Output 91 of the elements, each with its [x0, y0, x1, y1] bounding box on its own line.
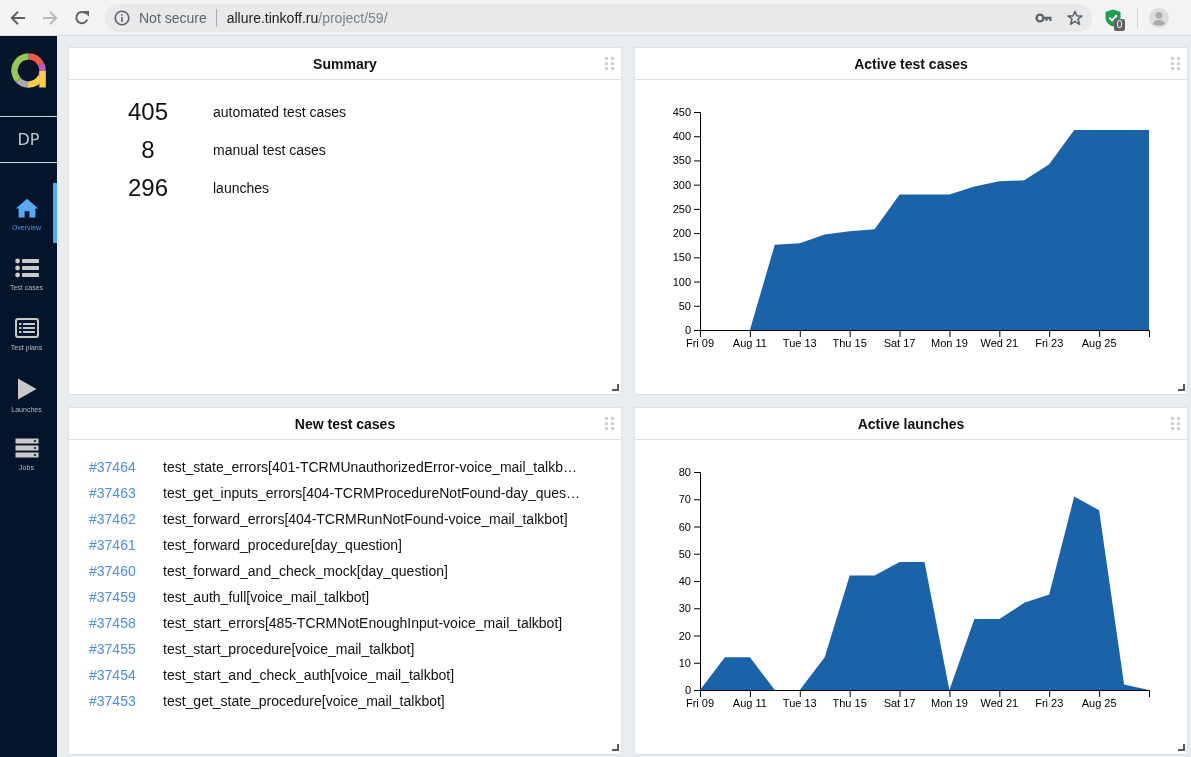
- stat-label: automated test cases: [213, 104, 347, 120]
- widget-title: New test cases: [294, 415, 396, 432]
- tick-label: 250: [672, 202, 691, 215]
- test-case-name: test_start_errors[485-TCRMNotEnoughInput-voice_mail_talkbot]: [163, 615, 563, 631]
- tick-label: 20: [678, 629, 691, 642]
- tick-label: Mon 19: [931, 697, 968, 709]
- tick-label: 200: [672, 227, 691, 240]
- tick-label: 50: [678, 299, 691, 312]
- tick-label: 80: [678, 466, 691, 478]
- test-case-name: test_auth_full[voice_mail_talkbot]: [163, 589, 370, 605]
- drag-handle-icon[interactable]: [605, 417, 614, 430]
- tick-label: 60: [678, 520, 691, 533]
- drag-handle-icon[interactable]: [1171, 57, 1180, 70]
- stat-value: 405: [127, 98, 168, 126]
- widget-title: Summary: [313, 55, 377, 72]
- tick-label: Sat 17: [883, 337, 916, 349]
- reload-icon[interactable]: [74, 9, 90, 26]
- tick-label: 10: [678, 656, 691, 669]
- list-window-icon: [14, 318, 39, 338]
- test-case-id-link[interactable]: #37453: [89, 693, 136, 709]
- test-case-name: test_state_errors[401-TCRMUnauthorizedError-voice_mail_talkb…: [163, 459, 577, 475]
- star-icon[interactable]: [1067, 9, 1083, 26]
- back-icon[interactable]: [10, 9, 26, 26]
- test-case-name: test_start_procedure[voice_mail_talkbot]: [163, 641, 415, 657]
- tick-label: Thu 15: [832, 697, 867, 709]
- address-bar[interactable]: Not secure allure.tinkoff.ru/project/59/: [105, 3, 1092, 32]
- resize-corner-icon[interactable]: [1178, 744, 1185, 751]
- tick-label: 0: [684, 324, 691, 336]
- tick-label: Aug 11: [732, 337, 767, 349]
- test-case-name: test_forward_and_check_mock[day_question]: [163, 563, 448, 579]
- tick-label: 0: [684, 684, 691, 696]
- tick-label: 30: [678, 602, 691, 615]
- tick-label: Tue 13: [782, 337, 817, 349]
- stat-value: 8: [141, 136, 155, 164]
- tick-label: 350: [672, 154, 691, 167]
- app-logo[interactable]: [11, 52, 46, 88]
- test-case-id-link[interactable]: #37464: [89, 459, 136, 475]
- test-case-name: test_forward_errors[404-TCRMRunNotFound-voice_mail_talkbot]: [163, 511, 568, 527]
- test-case-id-link[interactable]: #37463: [89, 485, 136, 501]
- tick-label: 400: [672, 130, 691, 143]
- tick-label: Sat 17: [883, 697, 916, 709]
- tick-label: Wed 21: [980, 697, 1019, 709]
- test-case-id-link[interactable]: #37455: [89, 641, 136, 657]
- url-text[interactable]: allure.tinkoff.ru/project/59/: [226, 9, 388, 26]
- tick-label: Aug 25: [1081, 697, 1117, 709]
- tick-label: Mon 19: [931, 337, 968, 349]
- test-case-id-link[interactable]: #37462: [89, 511, 136, 527]
- server-icon: [14, 438, 39, 458]
- widget-title: Active launches: [857, 415, 965, 432]
- test-case-id-link[interactable]: #37458: [89, 615, 136, 631]
- tick-label: 300: [672, 178, 691, 191]
- stat-value: 296: [127, 174, 168, 202]
- tick-label: 450: [672, 106, 691, 118]
- test-case-name: test_forward_procedure[day_question]: [163, 537, 402, 553]
- tick-label: Wed 21: [980, 337, 1019, 349]
- tick-label: 70: [678, 493, 691, 506]
- count-badge: 0: [1114, 18, 1125, 31]
- test-case-id-link[interactable]: #37461: [89, 537, 136, 553]
- play-icon: [16, 378, 37, 400]
- tick-label: Aug 25: [1081, 337, 1117, 349]
- resize-corner-icon[interactable]: [1178, 384, 1185, 391]
- tick-label: Fri 09: [685, 337, 715, 349]
- tick-label: 50: [678, 547, 691, 560]
- tick-label: Fri 23: [1035, 337, 1064, 349]
- resize-corner-icon[interactable]: [612, 384, 619, 391]
- tick-label: 100: [672, 275, 691, 288]
- resize-corner-icon[interactable]: [612, 744, 619, 751]
- tick-label: 150: [672, 251, 691, 264]
- tick-label: 40: [678, 575, 691, 587]
- house-icon: [14, 198, 39, 218]
- tick-label: Thu 15: [832, 337, 867, 349]
- drag-handle-icon[interactable]: [605, 57, 614, 70]
- info-icon[interactable]: [114, 9, 130, 26]
- tick-label: Tue 13: [782, 697, 817, 709]
- stat-label: launches: [213, 180, 270, 196]
- test-case-id-link[interactable]: #37460: [89, 563, 136, 579]
- stat-label: manual test cases: [213, 142, 326, 158]
- tick-label: Fri 23: [1035, 697, 1064, 709]
- test-case-id-link[interactable]: #37459: [89, 589, 136, 605]
- drag-handle-icon[interactable]: [1171, 417, 1180, 430]
- test-case-name: test_get_inputs_errors[404-TCRMProcedureNotFound-day_ques…: [163, 485, 581, 501]
- test-case-name: test_get_state_procedure[voice_mail_talkbot]: [163, 693, 445, 709]
- widget-title: Active test cases: [854, 55, 968, 72]
- tick-label: Fri 09: [685, 697, 715, 709]
- project-label[interactable]: DP: [17, 130, 40, 149]
- test-case-id-link[interactable]: #37454: [89, 667, 136, 683]
- key-icon[interactable]: [1034, 12, 1052, 23]
- bulleted-list-icon: [14, 258, 39, 278]
- tick-label: Aug 11: [732, 697, 767, 709]
- test-case-name: test_start_and_check_auth[voice_mail_talkbot]: [163, 667, 455, 683]
- security-label[interactable]: Not secure: [139, 9, 207, 26]
